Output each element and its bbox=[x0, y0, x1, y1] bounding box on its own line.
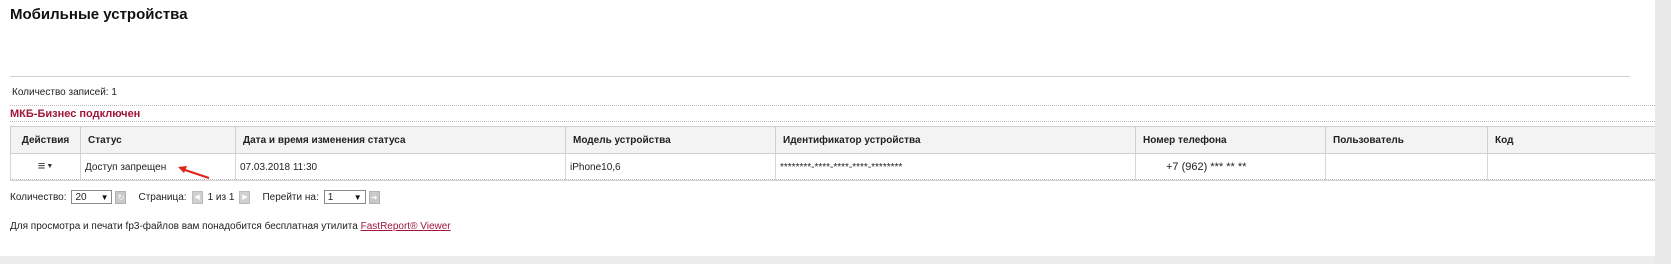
fastreport-viewer-link[interactable]: FastReport® Viewer bbox=[361, 221, 451, 232]
column-header-phone[interactable]: Номер телефона bbox=[1135, 126, 1326, 154]
goto-page-select[interactable]: 1 ▼ bbox=[323, 190, 366, 204]
column-header-actions[interactable]: Действия bbox=[10, 126, 81, 154]
chevron-down-icon: ▼ bbox=[353, 192, 362, 202]
page-title: Мобильные устройства bbox=[10, 6, 188, 23]
arrow-right-icon[interactable]: ➜ bbox=[368, 190, 380, 204]
hamburger-menu-icon[interactable]: ≡▼ bbox=[38, 159, 54, 171]
divider bbox=[10, 121, 1655, 122]
connection-status-heading: МКБ-Бизнес подключен bbox=[10, 108, 141, 120]
table-header-row: Действия Статус Дата и время изменения с… bbox=[10, 126, 1657, 154]
column-header-model[interactable]: Модель устройства bbox=[565, 126, 776, 154]
column-header-code[interactable]: Код bbox=[1487, 126, 1657, 154]
goto-page-value: 1 bbox=[327, 191, 334, 203]
cell-phone: +7 (962) *** ** ** bbox=[1135, 153, 1326, 181]
footer-note: Для просмотра и печати fp3-файлов вам по… bbox=[10, 221, 451, 232]
quantity-value: 20 bbox=[75, 191, 87, 203]
divider bbox=[10, 105, 1655, 106]
cell-device-id: ********-****-****-****-******** bbox=[775, 153, 1136, 181]
column-header-device-id[interactable]: Идентификатор устройства bbox=[775, 126, 1136, 154]
cell-changed-at: 07.03.2018 11:30 bbox=[235, 153, 566, 181]
divider bbox=[10, 179, 1655, 180]
row-actions-cell: ≡▼ bbox=[10, 153, 81, 181]
devices-table: Действия Статус Дата и время изменения с… bbox=[10, 126, 1657, 181]
vertical-scrollbar[interactable] bbox=[1655, 0, 1671, 264]
page-info: 1 из 1 bbox=[207, 191, 235, 203]
column-header-status[interactable]: Статус bbox=[80, 126, 236, 154]
chevron-down-icon: ▼ bbox=[46, 162, 54, 170]
refresh-icon[interactable]: ↻ bbox=[115, 190, 127, 204]
goto-label: Перейти на: bbox=[262, 191, 319, 203]
cell-user bbox=[1325, 153, 1488, 181]
quantity-select[interactable]: 20 ▼ bbox=[71, 190, 113, 204]
footer-note-text: Для просмотра и печати fp3-файлов вам по… bbox=[10, 221, 361, 232]
main-panel: Мобильные устройства Количество записей:… bbox=[0, 0, 1657, 256]
cell-code bbox=[1487, 153, 1657, 181]
annotation-arrow-icon bbox=[178, 166, 210, 180]
chevron-down-icon: ▼ bbox=[100, 192, 109, 202]
chevron-left-icon[interactable]: ◀ bbox=[191, 190, 203, 204]
records-count: Количество записей: 1 bbox=[12, 87, 117, 98]
quantity-label: Количество: bbox=[10, 191, 67, 203]
pagination-bar: Количество: 20 ▼ ↻ Страница: ◀ 1 из 1 ▶ … bbox=[10, 188, 380, 206]
divider bbox=[10, 76, 1630, 77]
cell-model: iPhone10,6 bbox=[565, 153, 776, 181]
page-label: Страница: bbox=[138, 191, 187, 203]
table-row[interactable]: ≡▼ Доступ запрещен 07.03.2018 11:30 iPho… bbox=[10, 153, 1657, 181]
column-header-user[interactable]: Пользователь bbox=[1325, 126, 1488, 154]
chevron-right-icon[interactable]: ▶ bbox=[239, 190, 251, 204]
column-header-changed-at[interactable]: Дата и время изменения статуса bbox=[235, 126, 566, 154]
